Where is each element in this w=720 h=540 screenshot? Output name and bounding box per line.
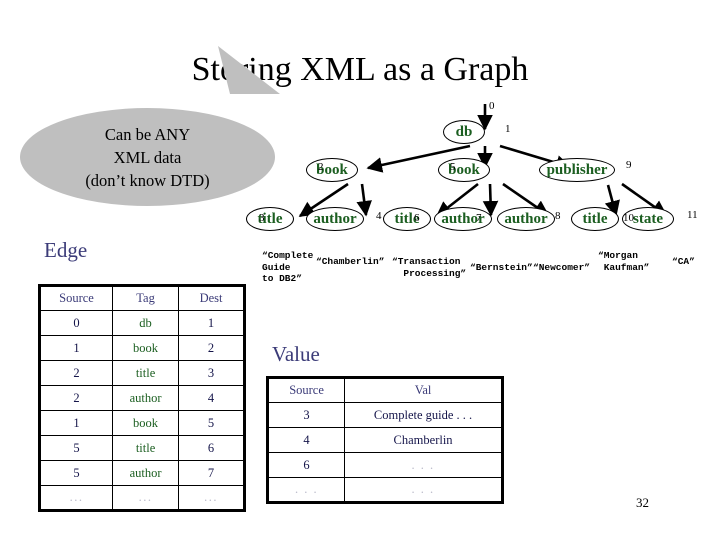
callout-tail-icon [218, 46, 280, 94]
table-cell: Chamberlin [344, 427, 503, 453]
value-col-source: Source [266, 377, 346, 403]
graph-node-book-2: book [306, 158, 358, 182]
table-cell: 3 [178, 360, 245, 386]
table-cell: . . . [266, 477, 346, 503]
table-cell: 3 [266, 402, 346, 428]
table-row: 4 Chamberlin [266, 427, 503, 453]
table-cell: 0 [39, 310, 113, 336]
table-row: ......... [39, 485, 245, 511]
node-id-1: 1 [505, 123, 511, 135]
table-cell: book [111, 410, 180, 436]
table-cell: title [111, 435, 180, 461]
table-cell: author [111, 460, 180, 486]
table-cell: 1 [39, 335, 113, 361]
table-cell: 5 [39, 435, 113, 461]
graph-node-title-6: title [383, 207, 431, 231]
value-table: Source Val 3 Complete guide . . . 4 Chamber… [266, 376, 504, 504]
table-cell: db [111, 310, 180, 336]
node-id-9: 9 [626, 159, 632, 171]
leaf-value-2: “Transaction Processing” [392, 256, 467, 279]
callout-text: Can be ANY XML data (don’t know DTD) [20, 123, 275, 192]
table-row: 2 author 4 [39, 385, 245, 411]
table-row: 5 author 7 [39, 460, 245, 486]
table-row: 1 book 5 [39, 410, 245, 436]
table-row: 1 book 2 [39, 335, 245, 361]
page-number: 32 [636, 495, 649, 510]
graph-node-book-5: book [438, 158, 490, 182]
callout-line-2: XML data [113, 148, 182, 167]
value-table-header-row: Source Val [266, 377, 503, 403]
edge-col-source: Source [39, 285, 113, 311]
graph-node-author-7: author [434, 207, 492, 231]
callout-bubble: Can be ANY XML data (don’t know DTD) [20, 108, 275, 206]
table-cell: . . . [344, 452, 503, 478]
graph-node-author-4: author [306, 207, 364, 231]
page-title: Storing XML as a Graph [191, 51, 529, 88]
graph-node-publisher-9: publisher [539, 158, 615, 182]
leaf-value-5: “Morgan Kaufman” [598, 250, 650, 273]
table-row: . . .. . . [266, 477, 503, 503]
edge-col-tag: Tag [111, 285, 180, 311]
edge-col-dest: Dest [178, 285, 245, 311]
graph-node-title-3: title [246, 207, 294, 231]
edge-table-body: 0 db 1 1 book 2 2 title 3 2 author 4 1 book 5 5 title 6 5 a… [39, 310, 245, 511]
table-cell: Complete guide . . . [344, 402, 503, 428]
node-id-11: 11 [687, 209, 698, 221]
leaf-value-4: “Newcomer” [533, 262, 591, 273]
graph-node-title-10: title [571, 207, 619, 231]
table-cell: 7 [178, 460, 245, 486]
table-cell: 1 [39, 410, 113, 436]
node-id-6: 6 [414, 212, 420, 224]
table-cell: 2 [39, 360, 113, 386]
table-row: 5 title 6 [39, 435, 245, 461]
table-cell: 5 [39, 460, 113, 486]
table-row: 0 db 1 [39, 310, 245, 336]
value-section-heading: Value [272, 342, 320, 366]
node-id-5: 5 [450, 161, 456, 173]
table-cell: ... [178, 485, 245, 511]
callout-line-1: Can be ANY [104, 125, 191, 144]
table-cell: . . . [344, 477, 503, 503]
table-cell: 6 [178, 435, 245, 461]
table-cell: 2 [178, 335, 245, 361]
table-cell: ... [39, 485, 113, 511]
graph-node-author-8: author [497, 207, 555, 231]
value-col-val: Val [344, 377, 503, 403]
table-cell: ... [111, 485, 180, 511]
edge-section-heading: Edge [44, 238, 88, 262]
edge-table: Source Tag Dest 0 db 1 1 book 2 2 title 3 2 author… [38, 284, 246, 512]
leaf-value-1: “Chamberlin” [316, 256, 385, 267]
table-row: 6. . . [266, 452, 503, 478]
table-cell: 1 [178, 310, 245, 336]
edge-table-header-row: Source Tag Dest [39, 285, 245, 311]
table-cell: title [111, 360, 180, 386]
table-cell: 5 [178, 410, 245, 436]
node-id-2: 2 [318, 161, 324, 173]
table-cell: book [111, 335, 180, 361]
leaf-value-3: “Bernstein” [470, 262, 533, 273]
callout-line-3: (don’t know DTD) [85, 171, 210, 190]
leaf-value-6: “CA” [672, 256, 695, 267]
table-cell: 4 [266, 427, 346, 453]
table-cell: 4 [178, 385, 245, 411]
table-row: 3 Complete guide . . . [266, 402, 503, 428]
graph-node-db-1: db [443, 120, 485, 144]
slide-canvas: Storing XML as a Graph Can be ANY XML da… [0, 0, 720, 540]
table-cell: author [111, 385, 180, 411]
table-row: 2 title 3 [39, 360, 245, 386]
node-id-4: 4 [376, 210, 382, 222]
node-id-root-edge: 0 [489, 100, 495, 112]
leaf-value-0: “Complete Guide to DB2” [262, 250, 314, 284]
node-id-3: 3 [259, 212, 265, 224]
node-id-8: 8 [555, 210, 561, 222]
value-table-body: 3 Complete guide . . . 4 Chamberlin 6. . .. … [266, 402, 503, 503]
node-id-7: 7 [476, 212, 482, 224]
node-id-10: 10 [623, 212, 634, 224]
table-cell: 6 [266, 452, 346, 478]
table-cell: 2 [39, 385, 113, 411]
